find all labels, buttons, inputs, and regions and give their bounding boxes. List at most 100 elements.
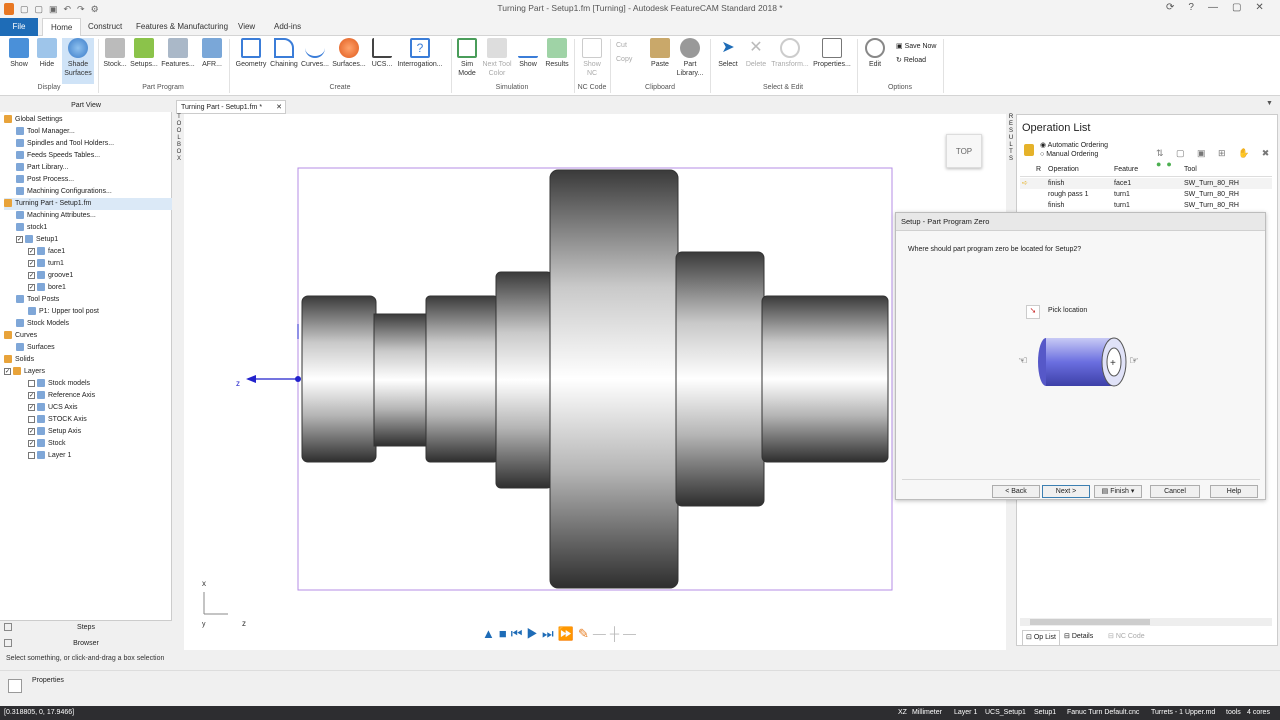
eject-icon[interactable]: ▲ xyxy=(482,626,499,641)
play-icon[interactable]: ▶ xyxy=(526,626,542,641)
copy-button[interactable]: Copy xyxy=(616,56,632,63)
tree-item[interactable]: Layer 1 xyxy=(28,450,71,462)
details-tab[interactable]: ⊟ Details xyxy=(1064,630,1093,644)
visibility-checkbox[interactable] xyxy=(28,451,35,459)
visibility-checkbox[interactable]: ✓ xyxy=(4,367,11,375)
steps-tab[interactable]: Steps xyxy=(0,624,172,631)
tree-item[interactable]: ✓ Layers xyxy=(4,366,45,378)
afr-button[interactable]: AFR... xyxy=(198,38,226,69)
tree-item[interactable]: Machining Configurations... xyxy=(16,186,112,198)
tree-item[interactable]: Tool Manager... xyxy=(16,126,75,138)
show-button[interactable]: Show xyxy=(6,38,32,69)
transform-button[interactable]: Transform... xyxy=(770,38,810,69)
part-library-button[interactable]: Part Library... xyxy=(674,38,706,78)
tree-item[interactable]: ✓ Setup1 xyxy=(16,234,58,246)
sim-show-button[interactable]: Show xyxy=(514,38,542,69)
curves-button[interactable]: Curves... xyxy=(300,38,330,69)
help-button[interactable]: Help xyxy=(1210,485,1258,498)
document-tab[interactable]: Turning Part - Setup1.fm * ✕ xyxy=(176,100,286,114)
cut-button[interactable]: Cut xyxy=(616,42,627,49)
tab-view[interactable]: View xyxy=(230,18,263,36)
finish-button[interactable]: ▤ Finish ▾ xyxy=(1094,485,1142,498)
sim-mode-button[interactable]: Sim Mode xyxy=(454,38,480,78)
properties-icon[interactable] xyxy=(8,679,22,693)
tree-item[interactable]: Post Process... xyxy=(16,174,74,186)
left-end-hand-icon[interactable]: ☜ xyxy=(1018,354,1028,367)
visibility-checkbox[interactable]: ✓ xyxy=(28,427,35,435)
close-icon[interactable]: ✕ xyxy=(276,101,282,114)
pick-location-icon[interactable]: ➘ xyxy=(1026,305,1040,319)
right-end-hand-icon[interactable]: ☞ xyxy=(1129,354,1139,367)
stop-icon[interactable]: ■ xyxy=(499,626,511,641)
back-button[interactable]: < Back xyxy=(992,485,1040,498)
visibility-checkbox[interactable]: ✓ xyxy=(28,247,35,255)
ucs-button[interactable]: UCS... xyxy=(368,38,396,69)
features-button[interactable]: Features... xyxy=(160,38,196,69)
tab-add-ins[interactable]: Add-ins xyxy=(266,18,309,36)
tab-file[interactable]: File xyxy=(0,18,38,36)
view-cube-top[interactable]: TOP xyxy=(946,134,982,168)
op-table-row[interactable]: rough pass 1 turn1 SW_Turn_80_RH xyxy=(1020,189,1272,200)
tree-item[interactable]: Solids xyxy=(4,354,34,366)
geometry-button[interactable]: Geometry xyxy=(234,38,268,69)
visibility-checkbox[interactable]: ✓ xyxy=(28,283,35,291)
tab-home[interactable]: Home xyxy=(42,18,82,36)
visibility-checkbox[interactable]: ✓ xyxy=(16,235,23,243)
tree-item[interactable]: ✓ groove1 xyxy=(28,270,73,282)
browser-tab[interactable]: Browser xyxy=(0,640,172,647)
cancel-button[interactable]: Cancel xyxy=(1150,485,1200,498)
visibility-checkbox[interactable] xyxy=(28,415,35,423)
results-button[interactable]: Results xyxy=(542,38,572,69)
tree-item[interactable]: Stock models xyxy=(28,378,90,390)
results-sidebar[interactable]: RESULTS xyxy=(1006,114,1016,184)
visibility-checkbox[interactable]: ✓ xyxy=(28,403,35,411)
interrogation-button[interactable]: ? Interrogation... xyxy=(396,38,444,69)
tree-item[interactable]: Spindles and Tool Holders... xyxy=(16,138,114,150)
speed-slider[interactable]: —┼— xyxy=(593,626,640,641)
window-controls[interactable]: ⟳?—▢✕ xyxy=(1166,2,1278,13)
chaining-button[interactable]: Chaining xyxy=(268,38,300,69)
tree-item[interactable]: Machining Attributes... xyxy=(16,210,96,222)
simulation-controls[interactable]: ▲■⏮▶⏭⏩✎—┼— xyxy=(482,626,712,642)
tree-item[interactable]: stock1 xyxy=(16,222,47,234)
select-button[interactable]: ➤ Select xyxy=(714,38,742,69)
tree-item[interactable]: ✓ face1 xyxy=(28,246,65,258)
tree-item[interactable]: Surfaces xyxy=(16,342,55,354)
paste-button[interactable]: Paste xyxy=(646,38,674,69)
tree-item[interactable]: Part Library... xyxy=(16,162,69,174)
chevron-down-icon[interactable]: ▼ xyxy=(1266,100,1273,107)
setups-button[interactable]: Setups... xyxy=(130,38,158,69)
visibility-checkbox[interactable]: ✓ xyxy=(28,259,35,267)
delete-button[interactable]: ✕ Delete xyxy=(742,38,770,69)
brush-icon[interactable]: ✎ xyxy=(578,626,593,641)
visibility-checkbox[interactable]: ✓ xyxy=(28,391,35,399)
visibility-checkbox[interactable]: ✓ xyxy=(28,439,35,447)
tree-item[interactable]: P1: Upper tool post xyxy=(28,306,99,318)
op-list-tab[interactable]: ⊡ Op List xyxy=(1022,630,1060,646)
stock-button[interactable]: Stock... xyxy=(102,38,128,69)
tree-item[interactable]: Turning Part - Setup1.fm xyxy=(4,198,172,210)
fast-forward-icon[interactable]: ⏩ xyxy=(558,626,578,641)
shade-surfaces-button[interactable]: Shade Surfaces xyxy=(62,38,94,84)
show-nc-button[interactable]: Show NC xyxy=(578,38,606,78)
tree-item[interactable]: ✓ UCS Axis xyxy=(28,402,78,414)
tree-item[interactable]: Curves xyxy=(4,330,37,342)
surfaces-button[interactable]: Surfaces... xyxy=(330,38,368,69)
automatic-ordering-radio[interactable]: ◉ Automatic Ordering xyxy=(1040,141,1108,149)
horizontal-scrollbar[interactable] xyxy=(1020,618,1272,626)
tree-item[interactable]: ✓ Stock xyxy=(28,438,66,450)
tab-features-manufacturing[interactable]: Features & Manufacturing xyxy=(128,18,236,36)
next-button[interactable]: Next > xyxy=(1042,485,1090,498)
tree-item[interactable]: Tool Posts xyxy=(16,294,59,306)
tree-item[interactable]: ✓ bore1 xyxy=(28,282,66,294)
graphics-viewport[interactable]: z x z y TOP ▲■⏮▶⏭⏩✎—┼— xyxy=(184,114,1006,650)
save-now-button[interactable]: ▣ Save Now xyxy=(896,42,936,50)
rewind-icon[interactable]: ⏮ xyxy=(511,626,527,641)
visibility-checkbox[interactable]: ✓ xyxy=(28,271,35,279)
part-model[interactable]: z x z y xyxy=(184,114,1006,650)
next-tool-color-button[interactable]: Next Tool Color xyxy=(480,38,514,78)
tree-item[interactable]: Stock Models xyxy=(16,318,69,330)
nc-code-tab[interactable]: ⊟ NC Code xyxy=(1108,630,1145,644)
toolbox-sidebar[interactable]: TOOLBOX xyxy=(174,114,184,184)
op-table-row[interactable]: ➪ finish face1 SW_Turn_80_RH xyxy=(1020,178,1272,189)
